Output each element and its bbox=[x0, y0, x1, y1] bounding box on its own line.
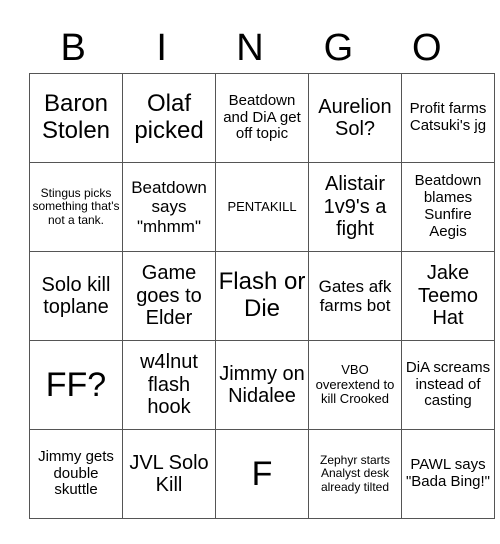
header-letter-o: O bbox=[412, 27, 442, 69]
bingo-cell[interactable]: Beatdown says "mhmm" bbox=[122, 162, 216, 252]
board-row: FF? w4lnut flash hook Jimmy on Nidalee VBO … bbox=[29, 340, 495, 430]
board-row: Solo kill toplane Game goes to Elder Flash… bbox=[29, 251, 495, 341]
bingo-cell[interactable]: Aurelion Sol? bbox=[308, 73, 402, 163]
bingo-board: Baron Stolen Olaf picked Beatdown and DiA … bbox=[29, 73, 495, 519]
bingo-cell[interactable]: PENTAKILL bbox=[215, 162, 309, 252]
bingo-cell[interactable]: Jimmy on Nidalee bbox=[215, 340, 309, 430]
bingo-cell[interactable]: w4lnut flash hook bbox=[122, 340, 216, 430]
bingo-cell[interactable]: Baron Stolen bbox=[29, 73, 123, 163]
bingo-cell[interactable]: Game goes to Elder bbox=[122, 251, 216, 341]
bingo-cell[interactable]: Solo kill toplane bbox=[29, 251, 123, 341]
bingo-cell[interactable]: Jake Teemo Hat bbox=[401, 251, 495, 341]
header-letter-g: G bbox=[323, 27, 354, 69]
bingo-cell[interactable]: Gates afk farms bot bbox=[308, 251, 402, 341]
bingo-header: B I N G O bbox=[29, 24, 471, 73]
bingo-cell[interactable]: PAWL says "Bada Bing!" bbox=[401, 429, 495, 519]
header-letter-b: B bbox=[60, 27, 86, 69]
bingo-cell[interactable]: DiA screams instead of casting bbox=[401, 340, 495, 430]
bingo-cell[interactable]: Profit farms Catsuki's jg bbox=[401, 73, 495, 163]
board-row: Stingus picks something that's not a tan… bbox=[29, 162, 495, 252]
bingo-cell[interactable]: VBO overextend to kill Crooked bbox=[308, 340, 402, 430]
bingo-cell[interactable]: F bbox=[215, 429, 309, 519]
bingo-cell[interactable]: Olaf picked bbox=[122, 73, 216, 163]
bingo-cell[interactable]: Beatdown blames Sunfire Aegis bbox=[401, 162, 495, 252]
bingo-cell[interactable]: Beatdown and DiA get off topic bbox=[215, 73, 309, 163]
header-letter-i: I bbox=[156, 27, 167, 69]
bingo-cell[interactable]: Flash or Die bbox=[215, 251, 309, 341]
board-row: Baron Stolen Olaf picked Beatdown and DiA … bbox=[29, 73, 495, 163]
bingo-cell[interactable]: Stingus picks something that's not a tan… bbox=[29, 162, 123, 252]
header-letter-n: N bbox=[236, 27, 264, 69]
bingo-cell[interactable]: Jimmy gets double skuttle bbox=[29, 429, 123, 519]
bingo-cell[interactable]: JVL Solo Kill bbox=[122, 429, 216, 519]
bingo-cell[interactable]: Alistair 1v9's a fight bbox=[308, 162, 402, 252]
bingo-cell[interactable]: FF? bbox=[29, 340, 123, 430]
bingo-cell[interactable]: Zephyr starts Analyst desk already tilte… bbox=[308, 429, 402, 519]
board-row: Jimmy gets double skuttle JVL Solo Kill F Z… bbox=[29, 429, 495, 519]
